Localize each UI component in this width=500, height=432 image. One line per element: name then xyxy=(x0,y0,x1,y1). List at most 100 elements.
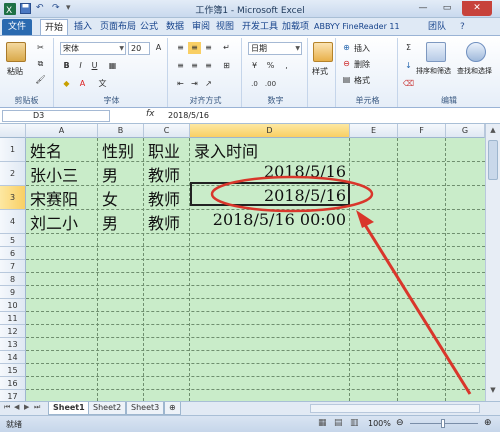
comma-icon[interactable]: , xyxy=(280,60,293,72)
worksheet-grid[interactable]: A B C D E F G 12345678910111213141516171… xyxy=(0,124,485,401)
number-group: 日期 ▼ ¥ % , .0 .00 数字 xyxy=(244,38,308,107)
tab-team[interactable]: 团队 xyxy=(424,19,450,35)
name-box[interactable]: D3 xyxy=(2,110,110,122)
cells-label: 单元格 xyxy=(355,96,380,105)
tab-abbyy[interactable]: ABBYY FineReader 11 xyxy=(310,19,404,35)
scroll-down-icon[interactable]: ▼ xyxy=(488,386,498,396)
increase-decimal-icon[interactable]: .0 xyxy=(248,78,261,90)
underline-button[interactable]: U xyxy=(88,60,101,72)
align-center-icon[interactable]: ≡ xyxy=(188,60,201,72)
font-name-select[interactable]: 宋体 ▼ xyxy=(60,42,126,55)
alignment-group: ≡ ≡ ≡ ↵ ≡ ≡ ≡ ⊞ ⇤ ⇥ ↗ 对齐方式 xyxy=(170,38,242,107)
number-format-select[interactable]: 日期 ▼ xyxy=(248,42,302,55)
zoom-slider-thumb[interactable] xyxy=(441,419,445,428)
tab-data[interactable]: 数据 xyxy=(162,19,188,35)
styles-icon[interactable] xyxy=(313,42,333,62)
scroll-up-icon[interactable]: ▲ xyxy=(488,126,498,136)
font-color-button[interactable]: A xyxy=(76,78,89,90)
maximize-button[interactable]: ▭ xyxy=(436,1,458,16)
wrap-text-icon[interactable]: ↵ xyxy=(220,42,233,54)
tab-page-layout[interactable]: 页面布局 xyxy=(96,19,140,35)
fill-color-icon[interactable]: ◆ xyxy=(60,78,73,90)
styles-group: 样式 xyxy=(310,38,336,107)
font-label: 字体 xyxy=(103,96,120,105)
bold-button[interactable]: B xyxy=(60,60,73,72)
horizontal-scrollbar[interactable] xyxy=(310,404,480,413)
format-painter-icon[interactable]: 🖌 xyxy=(34,74,47,86)
grow-font-icon[interactable]: A xyxy=(152,42,165,54)
normal-view-icon[interactable]: ▦ xyxy=(318,418,327,428)
insert-function-button[interactable]: fx xyxy=(146,109,155,119)
tab-addins[interactable]: 加载项 xyxy=(278,19,313,35)
tab-view[interactable]: 视图 xyxy=(212,19,238,35)
tab-home[interactable]: 开始 xyxy=(40,19,69,35)
zoom-in-icon[interactable]: ⊕ xyxy=(484,418,492,428)
currency-icon[interactable]: ¥ xyxy=(248,60,261,72)
merge-center-icon[interactable]: ⊞ xyxy=(220,60,233,72)
orientation-icon[interactable]: ↗ xyxy=(202,78,215,90)
align-bottom-icon[interactable]: ≡ xyxy=(202,42,215,54)
autosum-icon[interactable]: Σ xyxy=(402,42,415,54)
styles-button[interactable]: 样式 xyxy=(312,66,328,77)
fill-icon[interactable]: ↓ xyxy=(402,60,415,72)
align-right-icon[interactable]: ≡ xyxy=(202,60,215,72)
tab-formulas[interactable]: 公式 xyxy=(136,19,162,35)
align-top-icon[interactable]: ≡ xyxy=(174,42,187,54)
percent-icon[interactable]: % xyxy=(264,60,277,72)
clipboard-label: 剪贴板 xyxy=(14,96,39,105)
decrease-indent-icon[interactable]: ⇤ xyxy=(174,78,187,90)
tab-review[interactable]: 审阅 xyxy=(188,19,214,35)
paste-icon[interactable] xyxy=(6,42,26,62)
help-icon[interactable]: ? xyxy=(456,19,469,35)
delete-cells-button[interactable]: 删除 xyxy=(354,59,370,70)
sheet-tab-sheet1[interactable]: Sheet1 xyxy=(48,402,90,415)
insert-sheet-icon[interactable]: ⊕ xyxy=(164,402,181,415)
sheet-tab-sheet2[interactable]: Sheet2 xyxy=(88,402,127,415)
tab-nav-first-icon[interactable]: ⏮ xyxy=(4,403,10,412)
alignment-label: 对齐方式 xyxy=(189,96,222,105)
cut-icon[interactable]: ✂ xyxy=(34,42,47,54)
copy-icon[interactable]: ⧉ xyxy=(34,58,47,70)
vertical-scrollbar[interactable]: ▲ ▼ xyxy=(485,124,500,401)
font-size-select[interactable]: 20 xyxy=(128,42,150,55)
delete-cells-icon[interactable]: ⊖ xyxy=(340,58,353,70)
align-middle-icon[interactable]: ≡ xyxy=(188,42,201,54)
tab-nav-last-icon[interactable]: ⏭ xyxy=(34,403,40,412)
number-label: 数字 xyxy=(267,96,284,105)
close-button[interactable]: ✕ xyxy=(462,1,492,16)
arrow-head xyxy=(356,210,374,228)
font-size-value: 20 xyxy=(131,44,142,53)
sort-filter-icon[interactable] xyxy=(426,42,446,62)
page-layout-view-icon[interactable]: ▤ xyxy=(334,418,343,428)
zoom-level[interactable]: 100% xyxy=(368,419,391,428)
find-select-icon[interactable] xyxy=(466,42,486,62)
tab-nav-next-icon[interactable]: ▶ xyxy=(24,403,29,411)
status-bar: 就绪 ▦ ▤ ▥ 100% ⊖ ⊕ xyxy=(0,415,500,432)
italic-button[interactable]: I xyxy=(74,60,87,72)
scroll-thumb[interactable] xyxy=(488,140,498,180)
sort-filter-button[interactable]: 排序和筛选 xyxy=(416,66,451,76)
paste-button[interactable]: 粘贴 xyxy=(7,66,23,77)
page-break-view-icon[interactable]: ▥ xyxy=(350,418,359,428)
phonetic-icon[interactable]: 文 xyxy=(96,78,109,90)
borders-icon[interactable]: ▦ xyxy=(106,60,119,72)
tab-developer[interactable]: 开发工具 xyxy=(238,19,282,35)
find-select-button[interactable]: 查找和选择 xyxy=(457,66,492,76)
decrease-decimal-icon[interactable]: .00 xyxy=(264,78,277,90)
increase-indent-icon[interactable]: ⇥ xyxy=(188,78,201,90)
clear-icon[interactable]: ⌫ xyxy=(402,78,415,90)
tab-nav-prev-icon[interactable]: ◀ xyxy=(14,403,19,411)
format-cells-icon[interactable]: ▤ xyxy=(340,74,353,86)
annotation-overlay xyxy=(210,175,472,395)
minimize-button[interactable]: — xyxy=(412,1,434,16)
highlight-ellipse xyxy=(210,175,374,213)
tab-insert[interactable]: 插入 xyxy=(70,19,96,35)
zoom-out-icon[interactable]: ⊖ xyxy=(396,418,404,428)
formula-content[interactable]: 2018/5/16 xyxy=(168,111,209,120)
sheet-tab-sheet3[interactable]: Sheet3 xyxy=(126,402,165,415)
insert-cells-icon[interactable]: ⊕ xyxy=(340,42,353,54)
format-cells-button[interactable]: 格式 xyxy=(354,75,370,86)
align-left-icon[interactable]: ≡ xyxy=(174,60,187,72)
tab-file[interactable]: 文件 xyxy=(2,19,32,35)
insert-cells-button[interactable]: 插入 xyxy=(354,43,370,54)
